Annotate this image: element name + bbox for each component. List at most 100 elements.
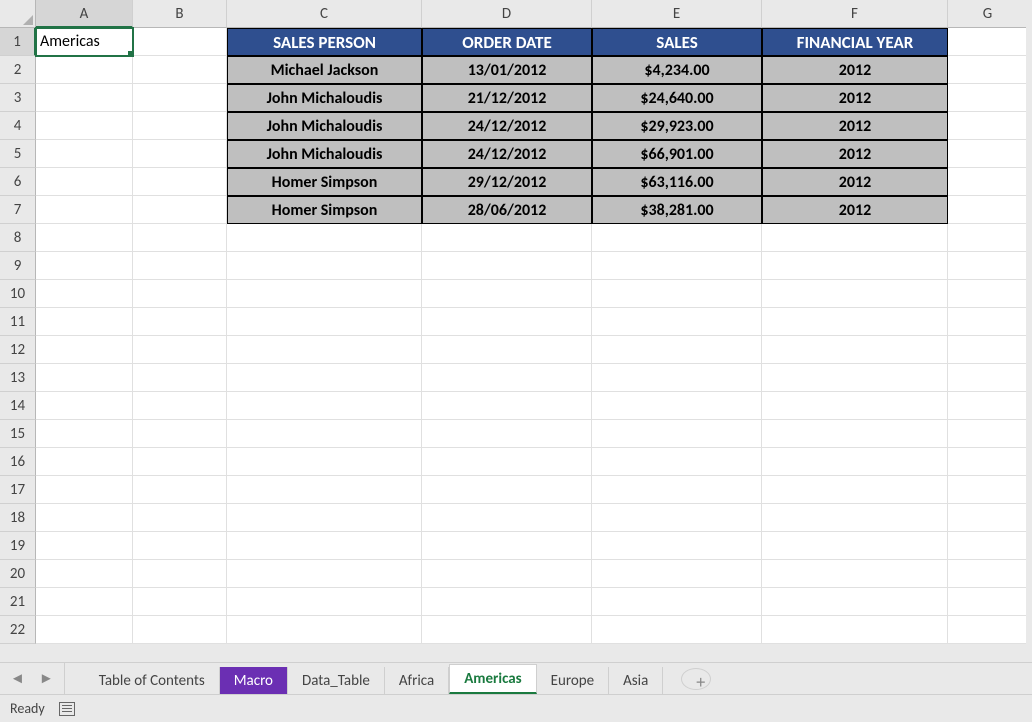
cell-E9[interactable]	[592, 252, 762, 280]
row-header-15[interactable]: 15	[0, 420, 36, 448]
cell-D22[interactable]	[422, 616, 592, 644]
select-all-corner[interactable]	[0, 0, 36, 28]
cell-D14[interactable]	[422, 392, 592, 420]
cell-G9[interactable]	[948, 252, 1028, 280]
row-header-14[interactable]: 14	[0, 392, 36, 420]
cell-C18[interactable]	[227, 504, 422, 532]
cell-F12[interactable]	[762, 336, 948, 364]
table-header[interactable]: FINANCIAL YEAR	[762, 28, 948, 56]
cell-A15[interactable]	[36, 420, 133, 448]
table-cell[interactable]: 2012	[762, 84, 948, 112]
cell-C14[interactable]	[227, 392, 422, 420]
row-header-13[interactable]: 13	[0, 364, 36, 392]
cell-E18[interactable]	[592, 504, 762, 532]
cell-G7[interactable]	[948, 196, 1028, 224]
table-cell[interactable]: $4,234.00	[592, 56, 762, 84]
cell-B11[interactable]	[133, 308, 227, 336]
cell-A20[interactable]	[36, 560, 133, 588]
table-cell[interactable]: 29/12/2012	[422, 168, 592, 196]
row-header-7[interactable]: 7	[0, 196, 36, 224]
cell-B20[interactable]	[133, 560, 227, 588]
cell-G20[interactable]	[948, 560, 1028, 588]
table-cell[interactable]: John Michaloudis	[227, 140, 422, 168]
row-header-17[interactable]: 17	[0, 476, 36, 504]
cell-A11[interactable]	[36, 308, 133, 336]
tab-nav-next-icon[interactable]: ►	[39, 670, 54, 688]
sheet-tab-data-table[interactable]: Data_Table	[288, 667, 385, 694]
cell-B17[interactable]	[133, 476, 227, 504]
cell-A3[interactable]	[36, 84, 133, 112]
cell-A8[interactable]	[36, 224, 133, 252]
cell-D17[interactable]	[422, 476, 592, 504]
cell-A13[interactable]	[36, 364, 133, 392]
table-cell[interactable]: $38,281.00	[592, 196, 762, 224]
cell-B15[interactable]	[133, 420, 227, 448]
sheet-tab-asia[interactable]: Asia	[609, 667, 663, 694]
column-header-B[interactable]: B	[133, 0, 227, 28]
cell-C20[interactable]	[227, 560, 422, 588]
table-header[interactable]: ORDER DATE	[422, 28, 592, 56]
row-header-20[interactable]: 20	[0, 560, 36, 588]
table-cell[interactable]: 2012	[762, 112, 948, 140]
row-header-21[interactable]: 21	[0, 588, 36, 616]
table-cell[interactable]: 2012	[762, 168, 948, 196]
cell-F17[interactable]	[762, 476, 948, 504]
cell-F18[interactable]	[762, 504, 948, 532]
cell-G5[interactable]	[948, 140, 1028, 168]
cell-D13[interactable]	[422, 364, 592, 392]
cell-E20[interactable]	[592, 560, 762, 588]
cell-B10[interactable]	[133, 280, 227, 308]
cell-A5[interactable]	[36, 140, 133, 168]
cell-A19[interactable]	[36, 532, 133, 560]
cell-C11[interactable]	[227, 308, 422, 336]
sheet-tab-europe[interactable]: Europe	[537, 667, 609, 694]
cell-B5[interactable]	[133, 140, 227, 168]
cell-E13[interactable]	[592, 364, 762, 392]
cell-G22[interactable]	[948, 616, 1028, 644]
cell-G1[interactable]	[948, 28, 1028, 56]
cell-C16[interactable]	[227, 448, 422, 476]
cell-A17[interactable]	[36, 476, 133, 504]
cell-G6[interactable]	[948, 168, 1028, 196]
cell-F16[interactable]	[762, 448, 948, 476]
cell-A2[interactable]	[36, 56, 133, 84]
cell-F10[interactable]	[762, 280, 948, 308]
cell-A10[interactable]	[36, 280, 133, 308]
cell-C21[interactable]	[227, 588, 422, 616]
cell-B14[interactable]	[133, 392, 227, 420]
sheet-tab-americas[interactable]: Americas	[449, 664, 536, 694]
cell-A6[interactable]	[36, 168, 133, 196]
table-cell[interactable]: $24,640.00	[592, 84, 762, 112]
cell-G3[interactable]	[948, 84, 1028, 112]
cell-B13[interactable]	[133, 364, 227, 392]
table-cell[interactable]: Homer Simpson	[227, 168, 422, 196]
row-header-4[interactable]: 4	[0, 112, 36, 140]
cell-G11[interactable]	[948, 308, 1028, 336]
column-header-D[interactable]: D	[422, 0, 592, 28]
cell-G12[interactable]	[948, 336, 1028, 364]
cell-F22[interactable]	[762, 616, 948, 644]
cell-A9[interactable]	[36, 252, 133, 280]
macro-record-icon[interactable]	[59, 702, 75, 716]
row-header-2[interactable]: 2	[0, 56, 36, 84]
table-header[interactable]: SALES	[592, 28, 762, 56]
cell-A22[interactable]	[36, 616, 133, 644]
cell-D10[interactable]	[422, 280, 592, 308]
cell-C13[interactable]	[227, 364, 422, 392]
cell-D11[interactable]	[422, 308, 592, 336]
cell-G13[interactable]	[948, 364, 1028, 392]
cell-F8[interactable]	[762, 224, 948, 252]
cell-B6[interactable]	[133, 168, 227, 196]
cell-F19[interactable]	[762, 532, 948, 560]
cell-G8[interactable]	[948, 224, 1028, 252]
cell-A14[interactable]	[36, 392, 133, 420]
cell-G16[interactable]	[948, 448, 1028, 476]
cell-B8[interactable]	[133, 224, 227, 252]
cell-G2[interactable]	[948, 56, 1028, 84]
table-cell[interactable]: Michael Jackson	[227, 56, 422, 84]
cell-G18[interactable]	[948, 504, 1028, 532]
cell-F11[interactable]	[762, 308, 948, 336]
table-cell[interactable]: 28/06/2012	[422, 196, 592, 224]
cell-G21[interactable]	[948, 588, 1028, 616]
cell-E8[interactable]	[592, 224, 762, 252]
